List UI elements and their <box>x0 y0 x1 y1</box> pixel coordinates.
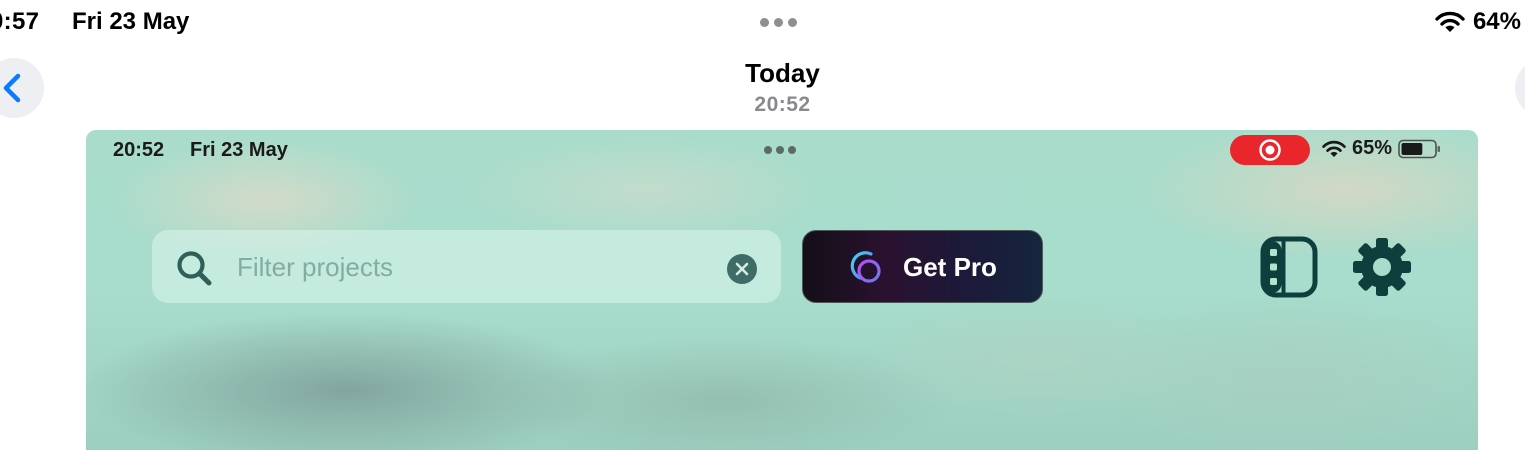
device-time: 0:57 <box>0 8 40 35</box>
media-library-button[interactable] <box>1259 236 1319 298</box>
wifi-icon <box>1435 11 1465 32</box>
screenshot-preview[interactable]: 20:52 Fri 23 May 65% Filter projects Get… <box>86 130 1478 450</box>
battery-icon <box>1398 139 1441 158</box>
filter-projects-search-bar[interactable]: Filter projects <box>152 230 781 303</box>
preview-battery-percent: 65% <box>1352 137 1393 159</box>
page-subtitle-time: 20:52 <box>754 93 811 116</box>
get-pro-label: Get Pro <box>903 252 997 282</box>
device-battery-percent: 64% <box>1472 8 1521 35</box>
close-icon <box>735 262 749 276</box>
clear-search-button[interactable] <box>727 254 757 284</box>
preview-date: Fri 23 May <box>190 139 288 161</box>
preview-time: 20:52 <box>113 139 165 161</box>
device-status-right: 64% <box>1435 8 1521 36</box>
page-title: Today <box>745 58 820 88</box>
search-placeholder: Filter projects <box>237 252 394 282</box>
multitasking-dots-icon[interactable] <box>760 18 797 27</box>
gear-icon <box>1353 238 1411 296</box>
preview-multitasking-dots-icon <box>764 146 796 154</box>
film-strip-icon <box>1260 236 1318 298</box>
device-status-bar: 0:57 Fri 23 May 64% <box>0 0 1525 48</box>
screen-recording-indicator <box>1230 135 1310 165</box>
record-icon <box>1259 139 1281 161</box>
get-pro-button[interactable]: Get Pro <box>802 230 1043 303</box>
pro-logo-icon <box>850 251 881 283</box>
device-date: Fri 23 May <box>72 8 190 35</box>
preview-status-right: 65% <box>1322 137 1442 160</box>
preview-status-bar: 20:52 Fri 23 May 65% <box>86 130 1478 170</box>
search-icon <box>177 251 212 286</box>
wifi-icon <box>1322 140 1346 157</box>
settings-button[interactable] <box>1352 236 1412 298</box>
